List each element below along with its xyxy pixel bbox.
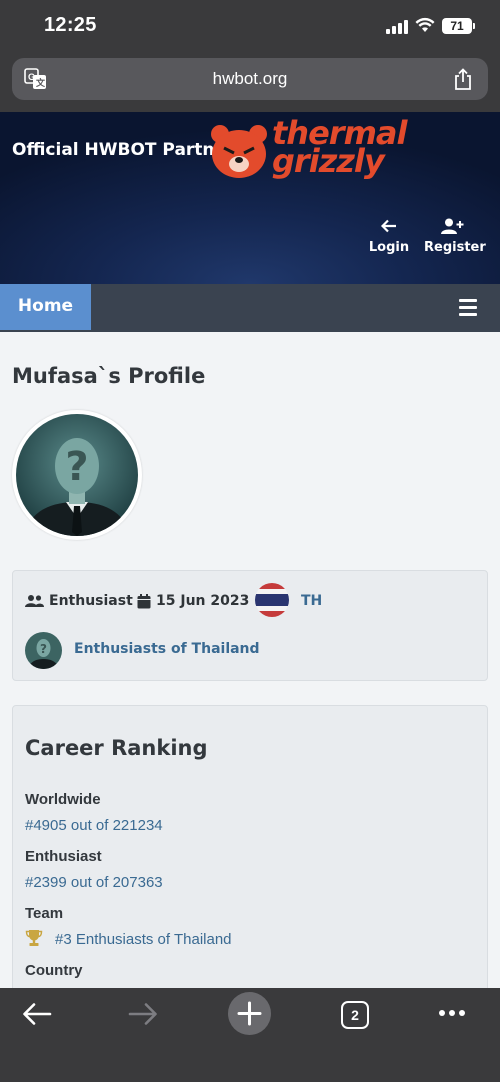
browser-address-area: G 文 hwbot.org — [0, 52, 500, 112]
country-link[interactable]: TH — [301, 593, 322, 609]
hamburger-menu-icon[interactable] — [459, 299, 477, 316]
svg-text:?: ? — [65, 444, 88, 490]
partner-text: Official HWBOT Partner — [12, 140, 235, 160]
nav-home-tab[interactable]: Home — [0, 284, 91, 330]
user-plus-icon — [441, 218, 464, 234]
profile-info-card: Enthusiast 15 Jun 2023 TH ? Enthusiasts … — [12, 570, 488, 681]
browser-toolbar: 2 — [0, 988, 500, 1082]
plus-icon — [237, 1001, 262, 1026]
register-label: Register — [424, 240, 486, 255]
forward-arrow-icon[interactable] — [128, 1002, 158, 1026]
tab-switcher-button[interactable]: 2 — [341, 1001, 369, 1029]
login-label: Login — [368, 240, 410, 255]
enthusiast-label: Enthusiast — [25, 848, 102, 865]
country-label: Country — [25, 962, 83, 979]
wifi-icon — [415, 17, 435, 32]
team-rank-link[interactable]: #3 Enthusiasts of Thailand — [55, 931, 232, 948]
status-time: 12:25 — [44, 14, 97, 36]
enthusiast-rank-link[interactable]: #2399 out of 207363 — [25, 874, 163, 891]
profile-avatar: ? — [12, 410, 142, 540]
battery-icon: 71 — [442, 18, 475, 34]
users-icon — [25, 595, 44, 607]
role-text: Enthusiast — [49, 593, 133, 609]
signal-icon — [386, 20, 408, 34]
brand-name-line2: grizzly — [272, 142, 385, 180]
page-title: Mufasa`s Profile — [12, 364, 206, 388]
team-link[interactable]: Enthusiasts of Thailand — [74, 641, 260, 657]
worldwide-rank-link[interactable]: #4905 out of 221234 — [25, 817, 163, 834]
join-date-text: 15 Jun 2023 — [156, 593, 250, 609]
career-ranking-card: Career Ranking Worldwide #4905 out of 22… — [12, 705, 488, 1005]
new-tab-button[interactable] — [228, 992, 271, 1035]
bear-logo-icon[interactable] — [208, 122, 270, 180]
status-bar: 12:25 71 — [0, 0, 500, 52]
join-date: 15 Jun 2023 — [137, 593, 249, 609]
trophy-icon — [25, 930, 43, 946]
url-text[interactable]: hwbot.org — [12, 58, 488, 100]
anonymous-avatar-icon: ? — [16, 414, 138, 536]
more-options-icon[interactable] — [437, 1008, 467, 1018]
url-bar[interactable]: G 文 hwbot.org — [12, 58, 488, 100]
svg-text:?: ? — [40, 642, 47, 656]
user-role: Enthusiast — [25, 593, 133, 609]
worldwide-label: Worldwide — [25, 791, 101, 808]
calendar-icon — [137, 593, 151, 608]
team-label: Team — [25, 905, 64, 922]
login-button[interactable]: Login — [368, 218, 410, 255]
site-banner: Official HWBOT Partner thermal grizzly L… — [0, 112, 500, 284]
arrow-left-icon — [380, 219, 396, 233]
register-button[interactable]: Register — [424, 218, 486, 255]
share-icon[interactable] — [452, 68, 474, 90]
thailand-flag-icon — [255, 583, 289, 617]
main-navbar: Home — [0, 284, 500, 332]
career-ranking-title: Career Ranking — [25, 736, 208, 760]
team-avatar[interactable]: ? — [25, 632, 62, 669]
back-arrow-icon[interactable] — [22, 1002, 52, 1026]
